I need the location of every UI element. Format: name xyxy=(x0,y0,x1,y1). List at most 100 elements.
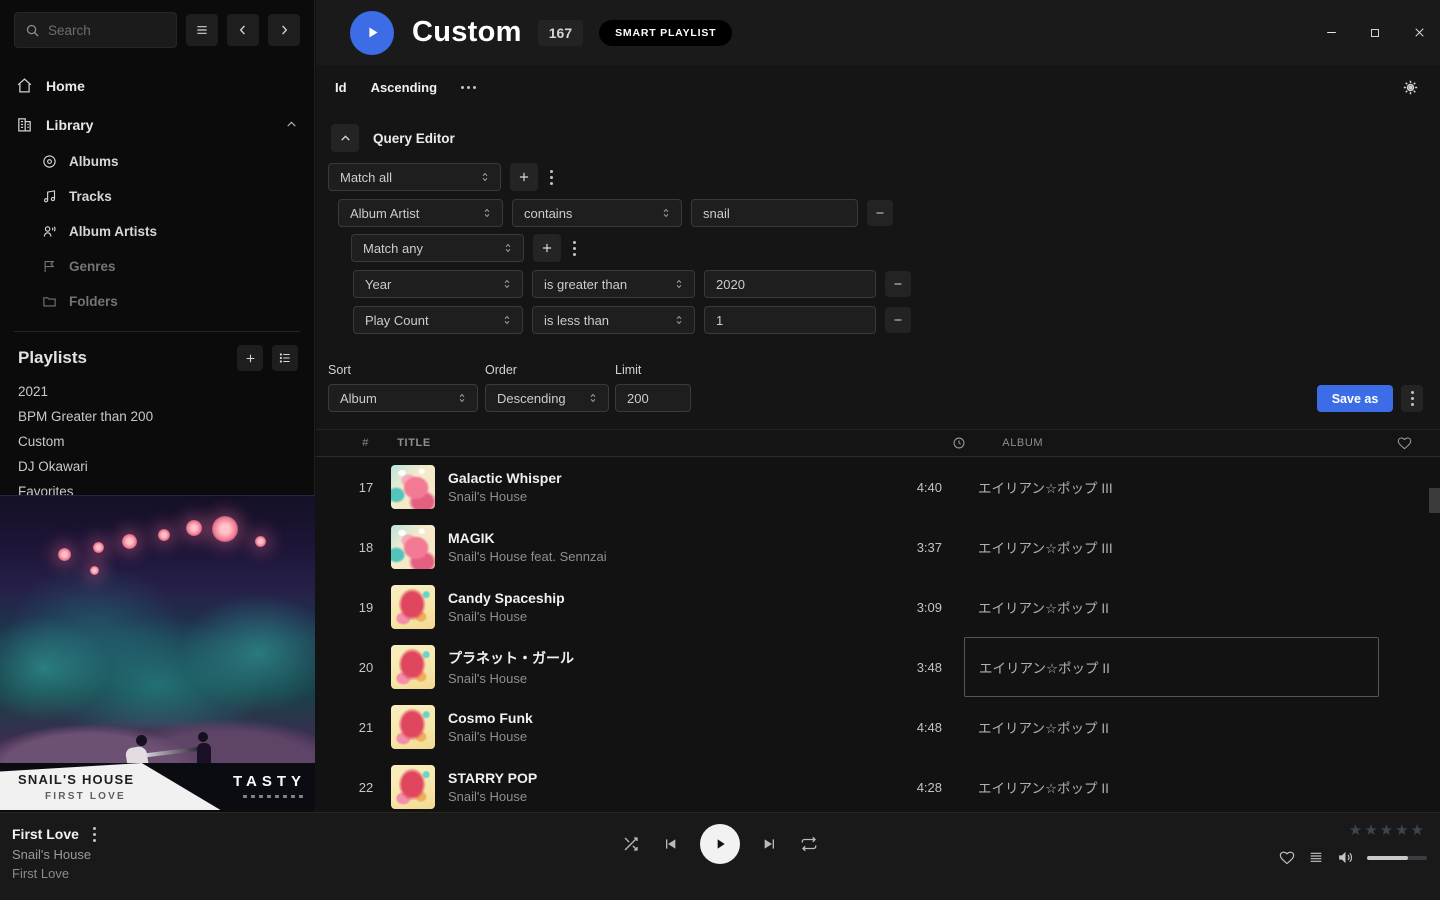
now-playing-album[interactable]: First Love xyxy=(12,866,96,881)
group-options-icon[interactable] xyxy=(550,170,553,185)
rule-field-select[interactable]: Year xyxy=(353,270,523,298)
track-artist[interactable]: Snail's House xyxy=(448,609,882,624)
favorite-heart-icon[interactable] xyxy=(1397,436,1412,451)
track-title: Galactic Whisper xyxy=(448,470,882,486)
sort-direction-button[interactable]: Ascending xyxy=(371,80,437,95)
collapse-chevron-icon[interactable] xyxy=(285,118,298,131)
duration-clock-icon[interactable] xyxy=(907,436,966,450)
match-select[interactable]: Match all xyxy=(328,163,501,191)
sidebar-item-album-artists[interactable]: Album Artists xyxy=(42,214,314,249)
table-row[interactable]: 17 Galactic Whisper Snail's House 4:40 エ… xyxy=(316,457,1440,517)
rule-value-input[interactable] xyxy=(704,270,876,298)
search-box[interactable] xyxy=(14,12,177,48)
previous-track-button[interactable] xyxy=(662,836,678,852)
add-playlist-button[interactable] xyxy=(237,345,263,371)
limit-label: Limit xyxy=(615,363,691,377)
album-cell[interactable]: エイリアン☆ポップ II xyxy=(964,637,1379,697)
table-row[interactable]: 20 プラネット・ガール Snail's House 3:48 エイリアン☆ポッ… xyxy=(316,637,1440,697)
playlist-item[interactable]: DJ Okawari xyxy=(0,454,314,479)
group-options-icon[interactable] xyxy=(573,241,576,256)
now-playing-options-icon[interactable] xyxy=(93,827,96,842)
chevron-up-icon xyxy=(339,132,352,145)
playlist-item[interactable]: BPM Greater than 200 xyxy=(0,404,314,429)
sidebar-item-library[interactable]: Library xyxy=(0,105,314,144)
search-icon xyxy=(25,23,40,38)
match-select[interactable]: Match any xyxy=(351,234,524,262)
rating-stars[interactable]: ★★★★★ xyxy=(1349,821,1426,839)
rule-value-input[interactable] xyxy=(704,306,876,334)
table-row[interactable]: 21 Cosmo Funk Snail's House 4:48 エイリアン☆ポ… xyxy=(316,697,1440,757)
track-artist[interactable]: Snail's House xyxy=(448,789,882,804)
header-title[interactable]: TITLE xyxy=(397,437,431,449)
now-playing-title[interactable]: First Love xyxy=(12,826,79,842)
track-artist[interactable]: Snail's House feat. Sennzai xyxy=(448,549,882,564)
playlist-item[interactable]: Custom xyxy=(0,429,314,454)
next-track-button[interactable] xyxy=(762,836,778,852)
rule-operator-select[interactable]: contains xyxy=(512,199,682,227)
album-cell[interactable]: エイリアン☆ポップ II xyxy=(964,697,1379,757)
album-art-thumb xyxy=(391,765,435,809)
playlist-options-button[interactable] xyxy=(272,345,298,371)
album-cell[interactable]: エイリアン☆ポップ III xyxy=(964,517,1379,577)
rule-field-select[interactable]: Play Count xyxy=(353,306,523,334)
volume-slider[interactable] xyxy=(1367,856,1427,860)
maximize-button[interactable] xyxy=(1368,26,1382,40)
save-as-button[interactable]: Save as xyxy=(1317,385,1393,412)
now-playing-artist[interactable]: Snail's House xyxy=(12,847,96,862)
more-options-icon[interactable] xyxy=(461,86,476,89)
repeat-button[interactable] xyxy=(800,835,818,853)
remove-rule-button[interactable] xyxy=(885,307,911,333)
header-album[interactable]: ALBUM xyxy=(988,430,1397,456)
track-number: 17 xyxy=(341,480,391,495)
album-cell[interactable]: エイリアン☆ポップ II xyxy=(964,577,1379,637)
close-button[interactable] xyxy=(1412,26,1426,40)
header-number[interactable]: # xyxy=(341,437,390,449)
folder-icon xyxy=(42,294,57,309)
play-pause-button[interactable] xyxy=(700,824,740,864)
remove-rule-button[interactable] xyxy=(885,271,911,297)
rule-operator-select[interactable]: is greater than xyxy=(532,270,695,298)
remove-rule-button[interactable] xyxy=(867,200,893,226)
gear-icon[interactable] xyxy=(1402,79,1419,96)
scrollbar-thumb[interactable] xyxy=(1429,488,1440,513)
table-row[interactable]: 19 Candy Spaceship Snail's House 3:09 エイ… xyxy=(316,577,1440,637)
track-artist[interactable]: Snail's House xyxy=(448,489,882,504)
search-input[interactable] xyxy=(48,23,158,38)
volume-icon[interactable] xyxy=(1337,849,1354,866)
nav-back-button[interactable] xyxy=(227,14,259,46)
rule-field-select[interactable]: Album Artist xyxy=(338,199,503,227)
sidebar-item-albums[interactable]: Albums xyxy=(42,144,314,179)
sidebar-item-genres[interactable]: Genres xyxy=(42,249,314,284)
album-cell[interactable]: エイリアン☆ポップ III xyxy=(964,457,1379,517)
player-bar: First Love Snail's House First Love 0:00… xyxy=(0,812,1440,900)
collapse-query-editor-button[interactable] xyxy=(331,124,359,152)
table-row[interactable]: 18 MAGIK Snail's House feat. Sennzai 3:3… xyxy=(316,517,1440,577)
minimize-button[interactable] xyxy=(1324,26,1338,40)
menu-button[interactable] xyxy=(186,14,218,46)
album-cell[interactable]: エイリアン☆ポップ II xyxy=(964,757,1379,812)
sort-select[interactable]: Album xyxy=(328,384,478,412)
play-playlist-button[interactable] xyxy=(350,11,394,55)
album-art-thumb xyxy=(391,705,435,749)
track-title: Candy Spaceship xyxy=(448,590,882,606)
add-rule-button[interactable] xyxy=(510,163,538,191)
add-rule-button[interactable] xyxy=(533,234,561,262)
rule-value-input[interactable] xyxy=(691,199,858,227)
track-number: 18 xyxy=(341,540,391,555)
track-artist[interactable]: Snail's House xyxy=(448,671,882,686)
rule-operator-select[interactable]: is less than xyxy=(532,306,695,334)
nav-forward-button[interactable] xyxy=(268,14,300,46)
sidebar-item-tracks[interactable]: Tracks xyxy=(42,179,314,214)
favorite-heart-icon[interactable] xyxy=(1279,850,1295,866)
order-select[interactable]: Descending xyxy=(485,384,609,412)
playlist-item[interactable]: 2021 xyxy=(0,379,314,404)
save-options-button[interactable] xyxy=(1401,385,1423,412)
sidebar-item-home[interactable]: Home xyxy=(0,66,314,105)
sidebar-item-folders[interactable]: Folders xyxy=(42,284,314,319)
table-row[interactable]: 22 STARRY POP Snail's House 4:28 エイリアン☆ポ… xyxy=(316,757,1440,812)
sort-field-button[interactable]: Id xyxy=(335,80,347,95)
limit-input[interactable] xyxy=(615,384,691,412)
track-artist[interactable]: Snail's House xyxy=(448,729,882,744)
shuffle-button[interactable] xyxy=(622,835,640,853)
queue-icon[interactable] xyxy=(1308,850,1324,866)
